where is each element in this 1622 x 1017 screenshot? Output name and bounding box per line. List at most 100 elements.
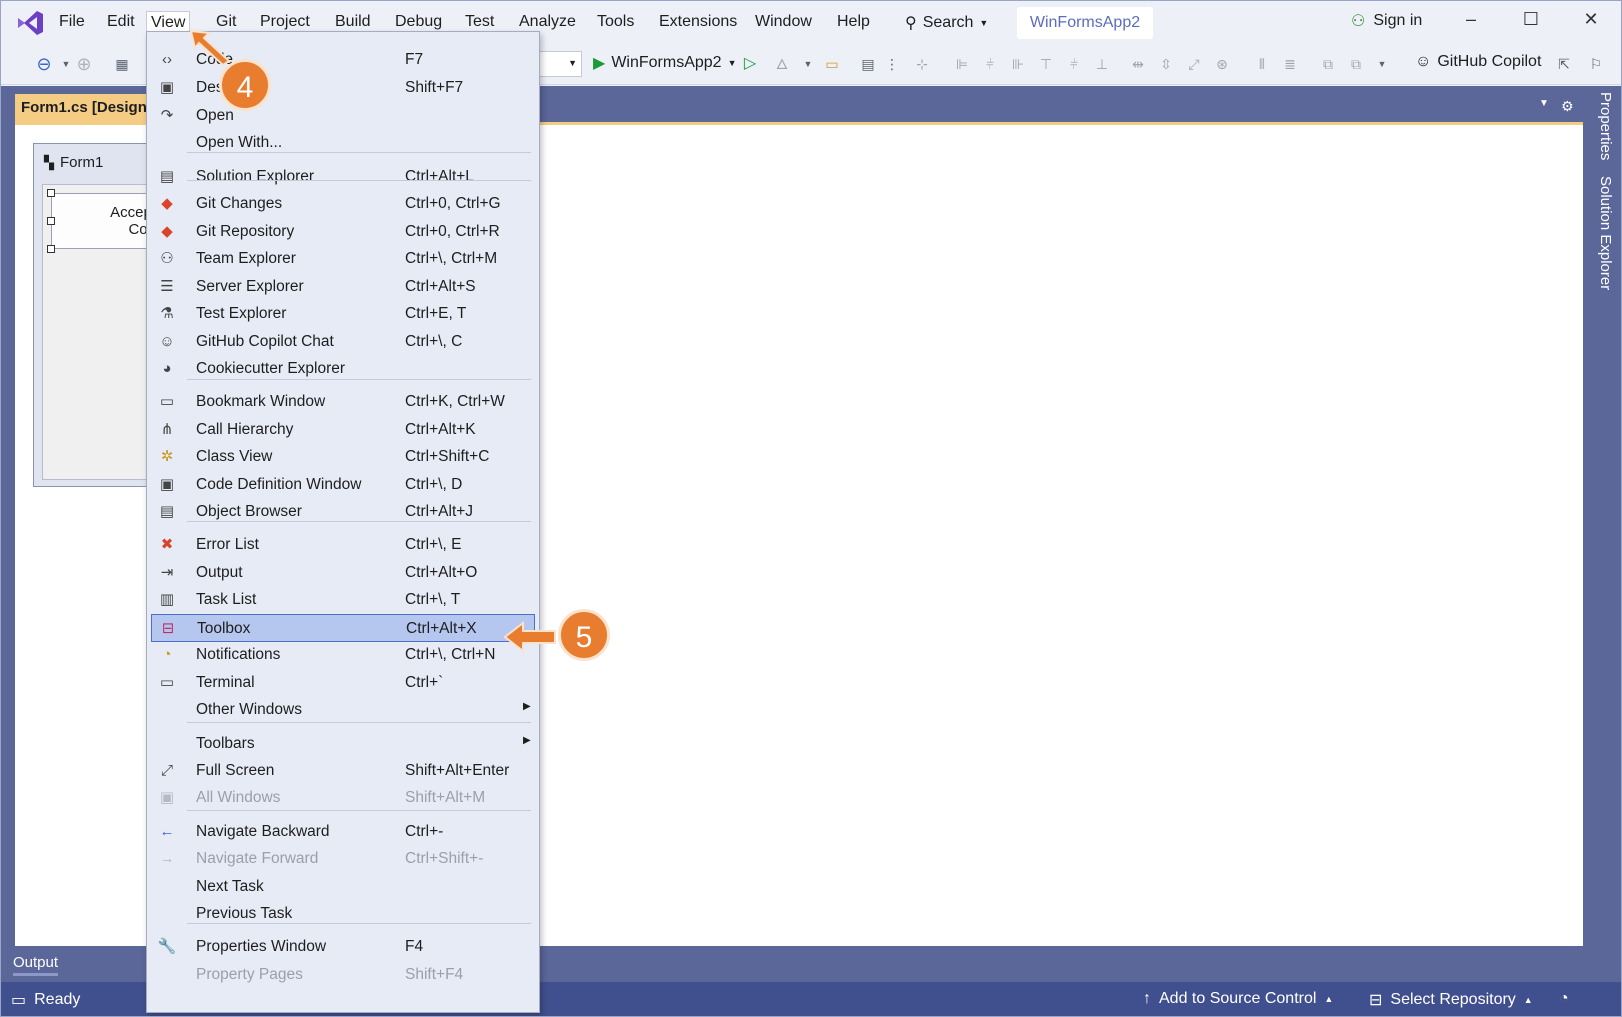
menu-build[interactable]: Build: [331, 11, 375, 33]
align-left-icon[interactable]: ⊫: [951, 53, 973, 75]
align-middle-icon[interactable]: ⫩: [1063, 53, 1085, 75]
menu-item-notifications[interactable]: ◔ Notifications Ctrl+\, Ctrl+N: [151, 641, 535, 669]
menu-edit[interactable]: Edit: [103, 11, 139, 33]
output-icon: ⇥: [160, 564, 174, 581]
menu-window[interactable]: Window: [751, 11, 816, 33]
menu-item-open[interactable]: ↷ Open: [151, 102, 535, 130]
align-grid-icon[interactable]: ⋮: [881, 53, 903, 75]
configuration-combo[interactable]: ▼: [536, 51, 582, 77]
menu-separator: [187, 180, 531, 181]
tab-solution-explorer[interactable]: Solution Explorer: [1597, 176, 1614, 290]
menu-item-github-copilot-chat[interactable]: ☺ GitHub Copilot Chat Ctrl+\, C: [151, 328, 535, 356]
bring-to-front-icon[interactable]: ⧉: [1317, 53, 1339, 75]
menu-item-toolbox[interactable]: ⊟ Toolbox Ctrl+Alt+X: [151, 614, 535, 642]
maximize-icon[interactable]: ☐: [1517, 9, 1545, 37]
menu-item-test-explorer[interactable]: ⚗ Test Explorer Ctrl+E, T: [151, 300, 535, 328]
properties-window-icon: 🔧: [157, 938, 177, 955]
back-icon[interactable]: ⊖: [33, 53, 55, 75]
sign-in-button[interactable]: ⚇ Sign in: [1351, 11, 1422, 31]
menu-item-call-hierarchy[interactable]: ⋔ Call Hierarchy Ctrl+Alt+K: [151, 416, 535, 444]
menu-item-properties-window[interactable]: 🔧 Properties Window F4: [151, 933, 535, 961]
menu-project[interactable]: Project: [256, 11, 314, 33]
snap-icon[interactable]: ⊹: [911, 53, 933, 75]
menu-item-code-definition-window[interactable]: ▣ Code Definition Window Ctrl+\, D: [151, 471, 535, 499]
menu-item-shortcut: F4: [405, 938, 424, 955]
menu-item-all-windows[interactable]: ▣ All Windows Shift+Alt+M: [151, 784, 535, 812]
notifications-bell-icon[interactable]: ◔: [1559, 990, 1569, 1008]
folder-icon[interactable]: ▭: [821, 53, 843, 75]
menu-item-server-explorer[interactable]: ☰ Server Explorer Ctrl+Alt+S: [151, 273, 535, 301]
menu-item-solution-explorer[interactable]: ▤ Solution Explorer Ctrl+Alt+L: [151, 163, 535, 191]
menu-item-label: Full Screen: [196, 762, 275, 779]
tab-properties[interactable]: Properties: [1597, 92, 1614, 160]
resize-handle[interactable]: [47, 245, 55, 253]
github-copilot-button[interactable]: ☺ GitHub Copilot: [1415, 53, 1541, 71]
menu-analyze[interactable]: Analyze: [515, 11, 580, 33]
align-right-icon[interactable]: ⊪: [1007, 53, 1029, 75]
menu-debug[interactable]: Debug: [391, 11, 446, 33]
align-bottom-icon[interactable]: ⊥: [1091, 53, 1113, 75]
menu-item-terminal[interactable]: ▭ Terminal Ctrl+`: [151, 669, 535, 697]
menu-item-navigate-backward[interactable]: ← Navigate Backward Ctrl+-: [151, 818, 535, 846]
gear-icon[interactable]: ⚙: [1561, 98, 1574, 115]
layout-icon[interactable]: ▤: [857, 53, 879, 75]
menu-item-git-changes[interactable]: ◆ Git Changes Ctrl+0, Ctrl+G: [151, 190, 535, 218]
vertical-spacing-icon[interactable]: ≣: [1279, 53, 1301, 75]
forward-icon[interactable]: ⊕: [73, 53, 95, 75]
menu-item-team-explorer[interactable]: ⚇ Team Explorer Ctrl+\, Ctrl+M: [151, 245, 535, 273]
feedback-icon[interactable]: ⚐: [1585, 53, 1607, 75]
form1-client-area[interactable]: Accept Con: [42, 184, 161, 480]
toolbar-overflow-icon[interactable]: ▼: [1371, 53, 1393, 75]
size-to-grid-icon[interactable]: ⤢: [1183, 53, 1205, 75]
menu-file[interactable]: File: [55, 11, 89, 33]
menu-item-toolbars[interactable]: Toolbars ▶: [151, 730, 535, 758]
menu-item-other-windows[interactable]: Other Windows ▶: [151, 696, 535, 724]
menu-tools[interactable]: Tools: [593, 11, 638, 33]
tab-output[interactable]: Output: [13, 954, 59, 976]
menu-item-navigate-forward[interactable]: → Navigate Forward Ctrl+Shift+-: [151, 845, 535, 873]
menu-item-class-view[interactable]: ✲ Class View Ctrl+Shift+C: [151, 443, 535, 471]
align-top-icon[interactable]: ⊤: [1035, 53, 1057, 75]
menu-item-output[interactable]: ⇥ Output Ctrl+Alt+O: [151, 559, 535, 587]
code-definition-icon: ▣: [159, 476, 175, 493]
make-same-width-icon[interactable]: ⇹: [1127, 53, 1149, 75]
menu-item-full-screen[interactable]: ⤢ Full Screen Shift+Alt+Enter: [151, 757, 535, 785]
menu-item-task-list[interactable]: ▥ Task List Ctrl+\, T: [151, 586, 535, 614]
tab-form1-design[interactable]: Form1.cs [Design]: [15, 94, 157, 122]
start-without-debugging-icon[interactable]: ▷: [739, 53, 761, 75]
menu-test[interactable]: Test: [461, 11, 498, 33]
menu-item-label: Open With...: [196, 134, 283, 151]
minimize-icon[interactable]: –: [1457, 9, 1485, 37]
resize-handle[interactable]: [47, 217, 55, 225]
form1-window[interactable]: ▚ Form1 Accept Con: [33, 143, 161, 487]
search-button[interactable]: ⚲ Search ▼: [905, 10, 988, 36]
menu-item-shortcut: Ctrl+\, Ctrl+N: [405, 646, 496, 663]
menu-item-git-repository[interactable]: ◆ Git Repository Ctrl+0, Ctrl+R: [151, 218, 535, 246]
add-to-source-control-button[interactable]: ↑ Add to Source Control ▲: [1143, 990, 1333, 1008]
close-icon[interactable]: ✕: [1577, 9, 1605, 37]
solution-name-badge[interactable]: WinFormsApp2: [1017, 7, 1153, 39]
menu-item-property-pages[interactable]: Property Pages Shift+F4: [151, 961, 535, 989]
zoom-icon[interactable]: ⊛: [1211, 53, 1233, 75]
start-debugging-button[interactable]: ▶ WinFormsApp2 ▼: [593, 53, 736, 73]
menu-help[interactable]: Help: [833, 11, 874, 33]
make-same-height-icon[interactable]: ⇳: [1155, 53, 1177, 75]
hot-reload-icon[interactable]: 🜂: [771, 53, 793, 75]
horizontal-spacing-icon[interactable]: ⫴: [1251, 53, 1273, 75]
menu-item-shortcut: Ctrl+K, Ctrl+W: [405, 393, 505, 410]
menu-item-label: Team Explorer: [196, 250, 296, 267]
select-repository-button[interactable]: ⊟ Select Repository ▲: [1369, 990, 1533, 1010]
menu-item-error-list[interactable]: ✖ Error List Ctrl+\, E: [151, 531, 535, 559]
send-to-back-icon[interactable]: ⧉: [1345, 53, 1367, 75]
align-center-icon[interactable]: ⫩: [979, 53, 1001, 75]
share-icon[interactable]: ⇱: [1553, 53, 1575, 75]
menu-item-bookmark-window[interactable]: ▭ Bookmark Window Ctrl+K, Ctrl+W: [151, 388, 535, 416]
new-item-icon[interactable]: ▦: [111, 53, 133, 75]
tab-list-dropdown-icon[interactable]: ▼: [1539, 98, 1549, 109]
menu-extensions[interactable]: Extensions: [655, 11, 741, 33]
hot-reload-dropdown-icon[interactable]: ▼: [797, 53, 819, 75]
resize-handle[interactable]: [47, 189, 55, 197]
menu-item-designer[interactable]: ▣DesignerShift+F7: [151, 74, 535, 102]
menu-item-next-task[interactable]: Next Task: [151, 873, 535, 901]
accept-button-control[interactable]: Accept Con: [51, 193, 161, 249]
